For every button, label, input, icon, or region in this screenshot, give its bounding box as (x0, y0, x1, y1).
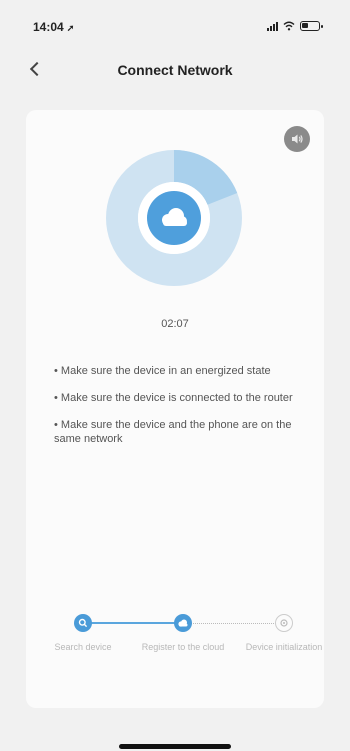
step-label: Device initialization (245, 642, 323, 652)
progress-ring (106, 150, 242, 286)
step-device-init-dot (275, 614, 293, 632)
tip-item: • Make sure the device in an energized s… (54, 365, 271, 377)
step-connector-done (83, 622, 183, 624)
countdown-timer: 02:07 (161, 318, 189, 330)
signal-icon (267, 21, 278, 31)
speaker-icon (292, 134, 303, 144)
tip-item: • Make sure the device is connected to t… (54, 392, 293, 404)
step-label: Search device (54, 642, 112, 652)
home-indicator (119, 744, 231, 749)
connection-card: 02:07 • Make sure the device in an energ… (26, 110, 324, 708)
step-connector-pending (184, 623, 286, 624)
status-time-text: 14:04 (33, 20, 64, 34)
progress-ring-graphic (106, 150, 242, 286)
connect-network-screen: 14:04 ➚ Connect Network 02:07 • Make sur… (0, 0, 350, 751)
tip-item: • Make sure the device and the phone are… (54, 419, 292, 445)
page-title: Connect Network (117, 62, 233, 78)
sound-toggle-button[interactable] (284, 126, 310, 152)
battery-icon (300, 21, 323, 31)
step-register-cloud-dot (174, 614, 192, 632)
step-search-device-dot (74, 614, 92, 632)
gear-icon (280, 619, 288, 627)
wifi-icon (283, 21, 295, 31)
location-arrow-icon: ➚ (66, 23, 75, 33)
nav-bar: Connect Network (0, 50, 350, 90)
status-time: 14:04 ➚ (33, 20, 74, 34)
progress-steps: Search device Register to the cloud Devi… (26, 610, 324, 680)
search-icon (78, 618, 88, 628)
status-bar: 14:04 ➚ (0, 0, 350, 44)
step-label: Register to the cloud (141, 642, 225, 652)
cloud-icon (178, 619, 188, 627)
tips-list: • Make sure the device in an energized s… (54, 364, 306, 459)
status-icons (267, 20, 323, 32)
